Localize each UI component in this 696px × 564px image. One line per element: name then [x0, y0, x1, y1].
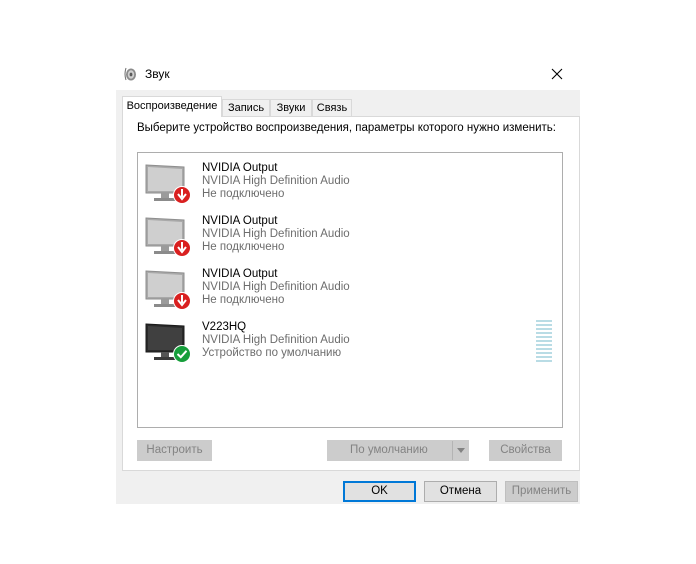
device-list[interactable]: NVIDIA Output NVIDIA High Definition Aud… [137, 152, 563, 428]
tab-recording[interactable]: Запись [222, 99, 270, 116]
apply-button[interactable]: Применить [505, 481, 578, 502]
chevron-down-icon [456, 448, 465, 453]
properties-button[interactable]: Свойства [489, 440, 562, 461]
tab-playback[interactable]: Воспроизведение [122, 96, 222, 117]
close-button[interactable] [534, 58, 580, 90]
device-item-default[interactable]: V223HQ NVIDIA High Definition Audio Устр… [144, 320, 554, 370]
device-item[interactable]: NVIDIA Output NVIDIA High Definition Aud… [144, 214, 554, 264]
device-description: NVIDIA High Definition Audio [202, 175, 350, 187]
device-name: NVIDIA Output [202, 162, 278, 174]
volume-level-meter [536, 320, 552, 362]
device-description: NVIDIA High Definition Audio [202, 228, 350, 240]
speaker-icon [124, 67, 136, 81]
device-item[interactable]: NVIDIA Output NVIDIA High Definition Aud… [144, 267, 554, 317]
default-check-icon [173, 345, 191, 363]
playback-panel: Выберите устройство воспроизведения, пар… [122, 116, 580, 471]
title-bar[interactable]: Звук [116, 58, 580, 90]
configure-button[interactable]: Настроить [137, 440, 212, 461]
device-status: Устройство по умолчанию [202, 347, 342, 359]
device-status: Не подключено [202, 294, 285, 306]
device-name: V223HQ [202, 321, 247, 333]
set-default-dropdown[interactable] [452, 441, 468, 460]
ok-button[interactable]: OK [343, 481, 416, 502]
close-icon [551, 68, 563, 80]
disconnected-arrow-icon [173, 186, 191, 204]
device-name: NVIDIA Output [202, 268, 278, 280]
device-description: NVIDIA High Definition Audio [202, 334, 350, 346]
device-item[interactable]: NVIDIA Output NVIDIA High Definition Aud… [144, 161, 554, 211]
device-status: Не подключено [202, 188, 285, 200]
disconnected-arrow-icon [173, 239, 191, 257]
cancel-button[interactable]: Отмена [424, 481, 497, 502]
set-default-button[interactable]: По умолчанию [327, 440, 469, 461]
disconnected-arrow-icon [173, 292, 191, 310]
sound-dialog: Звук Воспроизведение Запись Звуки Связь … [116, 58, 580, 504]
tab-sounds[interactable]: Звуки [270, 99, 312, 116]
device-status: Не подключено [202, 241, 285, 253]
tab-communications[interactable]: Связь [312, 99, 352, 116]
set-default-label: По умолчанию [350, 444, 428, 456]
instruction-text: Выберите устройство воспроизведения, пар… [137, 122, 556, 134]
window-title: Звук [145, 67, 170, 81]
device-description: NVIDIA High Definition Audio [202, 281, 350, 293]
device-name: NVIDIA Output [202, 215, 278, 227]
